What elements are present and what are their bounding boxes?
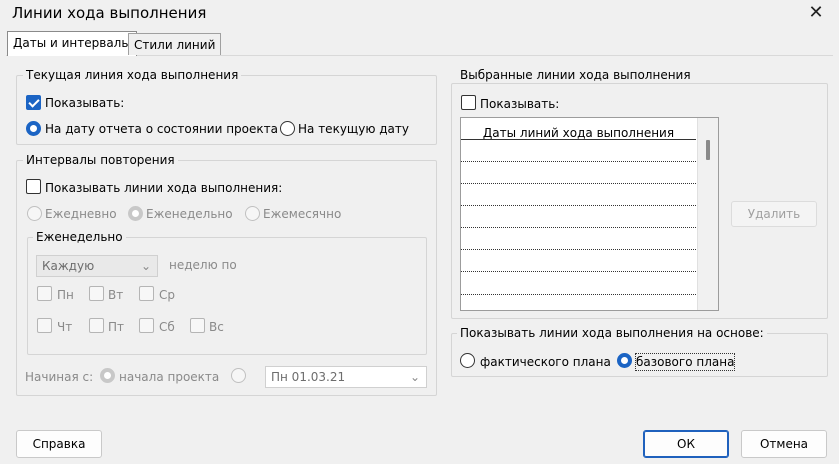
every-week-combo[interactable]: Каждую ⌄ xyxy=(36,255,158,277)
grid-row[interactable] xyxy=(461,271,696,272)
start-project-label: начала проекта xyxy=(119,370,220,384)
current-show-checkbox[interactable] xyxy=(26,95,41,110)
selected-show-checkbox[interactable] xyxy=(461,95,476,110)
grid-row[interactable] xyxy=(461,205,696,206)
status-date-radio[interactable] xyxy=(26,121,41,136)
progress-dates-grid[interactable]: Даты линий хода выполнения xyxy=(460,117,719,311)
recurring-show-label: Показывать линии хода выполнения: xyxy=(45,181,283,195)
day-thu-label: Чт xyxy=(57,320,73,334)
window-title: Линии хода выполнения xyxy=(12,4,207,22)
day-fri-checkbox[interactable] xyxy=(89,318,104,333)
weekly-radio[interactable] xyxy=(128,206,143,221)
grid-row[interactable] xyxy=(461,161,696,162)
day-fri-label: Пт xyxy=(108,320,125,334)
week-on-label: неделю по xyxy=(169,258,237,272)
baseline-plan-radio[interactable] xyxy=(617,353,632,368)
day-sun-label: Вс xyxy=(209,320,224,334)
tab-dates-intervals[interactable]: Даты и интервалы xyxy=(7,31,137,56)
monthly-radio[interactable] xyxy=(245,206,260,221)
chevron-down-icon: ⌄ xyxy=(140,259,151,273)
day-thu-checkbox[interactable] xyxy=(37,318,52,333)
grid-scroll-thumb[interactable] xyxy=(706,140,710,160)
selected-show-label: Показывать: xyxy=(480,97,560,111)
grid-scrollbar[interactable] xyxy=(697,118,718,310)
day-sat-label: Сб xyxy=(159,320,175,334)
weekly-subgroup-label: Еженедельно xyxy=(33,230,126,244)
current-line-group-label: Текущая линия хода выполнения xyxy=(23,68,242,82)
grid-row[interactable] xyxy=(461,227,696,228)
every-week-value: Каждую xyxy=(42,259,95,273)
cancel-button[interactable]: Отмена xyxy=(741,430,827,458)
grid-column-header: Даты линий хода выполнения xyxy=(461,118,696,140)
monthly-label: Ежемесячно xyxy=(263,207,342,221)
day-sun-checkbox[interactable] xyxy=(190,318,205,333)
help-button[interactable]: Справка xyxy=(16,430,102,458)
basis-group-label: Показывать линии хода выполнения на осно… xyxy=(457,326,767,340)
delete-button[interactable]: Удалить xyxy=(731,201,817,227)
tab-line-styles[interactable]: Стили линий xyxy=(128,33,222,55)
close-icon[interactable]: ✕ xyxy=(801,0,831,28)
recurring-show-checkbox[interactable] xyxy=(26,179,41,194)
current-show-label: Показывать: xyxy=(45,96,125,110)
start-project-radio[interactable] xyxy=(100,368,115,383)
daily-radio[interactable] xyxy=(27,206,42,221)
grid-row[interactable] xyxy=(461,294,696,295)
day-tue-checkbox[interactable] xyxy=(89,286,104,301)
day-mon-checkbox[interactable] xyxy=(37,286,52,301)
ok-button[interactable]: ОК xyxy=(643,430,729,458)
actual-plan-label: фактического плана xyxy=(480,355,611,369)
start-date-combo[interactable]: Пн 01.03.21 ⌄ xyxy=(265,366,427,388)
day-wed-label: Ср xyxy=(159,288,175,302)
start-date-value: Пн 01.03.21 xyxy=(271,370,346,384)
day-tue-label: Вт xyxy=(108,288,124,302)
day-sat-checkbox[interactable] xyxy=(139,318,154,333)
baseline-plan-label: базового плана xyxy=(634,353,736,371)
weekly-label: Еженедельно xyxy=(146,207,233,221)
recurring-group-label: Интервалы повторения xyxy=(23,153,178,167)
grid-row[interactable] xyxy=(461,183,696,184)
daily-label: Ежедневно xyxy=(45,207,117,221)
grid-row[interactable] xyxy=(461,249,696,250)
current-date-label: На текущую дату xyxy=(298,122,409,136)
day-mon-label: Пн xyxy=(57,288,74,302)
day-wed-checkbox[interactable] xyxy=(139,286,154,301)
start-date-radio[interactable] xyxy=(231,368,246,383)
current-date-radio[interactable] xyxy=(280,121,295,136)
chevron-down-icon: ⌄ xyxy=(409,370,420,384)
actual-plan-radio[interactable] xyxy=(460,353,475,368)
start-label: Начиная с: xyxy=(25,370,94,384)
selected-lines-group-label: Выбранные линии хода выполнения xyxy=(457,68,694,82)
status-date-label: На дату отчета о состоянии проекта xyxy=(45,122,278,136)
